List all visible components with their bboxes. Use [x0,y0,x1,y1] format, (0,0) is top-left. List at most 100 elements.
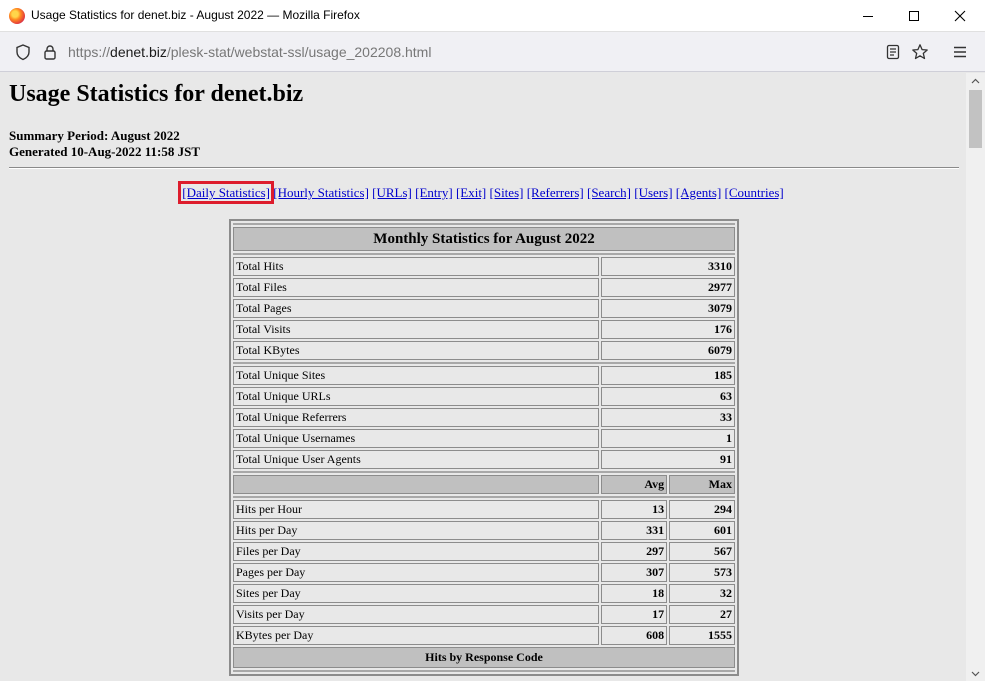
url-scheme: https:// [68,44,111,60]
minimize-button[interactable] [845,0,891,32]
row-label: Total Pages [233,299,600,318]
table-separator [233,253,735,255]
row-max: 1555 [669,626,735,645]
reader-view-icon[interactable] [884,43,902,61]
row-max: 294 [669,500,735,519]
link-agents[interactable]: [Agents] [676,185,722,200]
hits-by-response-code-title: Hits by Response Code [233,647,735,668]
report-nav-links: [Daily Statistics] [Hourly Statistics] [… [0,181,966,204]
row-value: 185 [601,366,735,385]
link-entry[interactable]: [Entry] [415,185,453,200]
table-row: Sites per Day 18 32 [233,584,735,603]
table-separator [233,496,735,498]
row-label: Hits per Hour [233,500,600,519]
horizontal-rule [9,167,959,169]
table-row: Total Pages 3079 [233,299,735,318]
row-label: Total Files [233,278,600,297]
table-row: Total KBytes 6079 [233,341,735,360]
table-row: Total Unique URLs 63 [233,387,735,406]
row-avg: 13 [601,500,668,519]
row-label: Total Unique User Agents [233,450,600,469]
scroll-down-button[interactable] [966,666,985,681]
firefox-logo-icon [9,8,25,24]
maximize-button[interactable] [891,0,937,32]
row-value: 6079 [601,341,735,360]
row-label: Sites per Day [233,584,600,603]
table-row: Total Unique Sites 185 [233,366,735,385]
link-referrers[interactable]: [Referrers] [527,185,584,200]
url-path: /plesk-stat/webstat-ssl/usage_202208.htm… [166,44,432,60]
table-row: Hits per Hour 13 294 [233,500,735,519]
row-value: 3079 [601,299,735,318]
table-row: Total Unique Referrers 33 [233,408,735,427]
link-daily-statistics[interactable]: [Daily Statistics] [178,181,274,204]
row-avg: 297 [601,542,668,561]
table-row: Total Unique Usernames 1 [233,429,735,448]
row-label: Total KBytes [233,341,600,360]
link-countries[interactable]: [Countries] [725,185,784,200]
link-urls[interactable]: [URLs] [372,185,412,200]
row-label: KBytes per Day [233,626,600,645]
row-max: 32 [669,584,735,603]
link-hourly-statistics[interactable]: [Hourly Statistics] [273,185,369,200]
url-host: denet.biz [110,44,167,60]
vertical-scrollbar[interactable] [966,73,985,681]
table-row: Hits per Day 331 601 [233,521,735,540]
bookmark-star-icon[interactable] [911,43,929,61]
row-label: Total Hits [233,257,600,276]
row-max: 27 [669,605,735,624]
close-button[interactable] [937,0,983,32]
scroll-up-arrow-icon [971,78,980,83]
tracking-protection-shield-icon[interactable] [14,43,32,61]
table-row: Visits per Day 17 27 [233,605,735,624]
hamburger-menu-icon[interactable] [951,43,969,61]
table-row: Total Hits 3310 [233,257,735,276]
table-separator [233,362,735,364]
table-row: Pages per Day 307 573 [233,563,735,582]
row-avg: 331 [601,521,668,540]
scrollbar-thumb[interactable] [969,90,982,148]
row-label: Files per Day [233,542,600,561]
page-viewport: Usage Statistics for denet.biz Summary P… [0,73,966,681]
blank-header-cell [233,475,600,494]
table-separator [233,223,735,225]
table-row: Total Files 2977 [233,278,735,297]
row-label: Total Unique URLs [233,387,600,406]
table-row: Files per Day 297 567 [233,542,735,561]
scroll-up-button[interactable] [966,73,985,88]
lock-icon[interactable] [41,43,59,61]
minimize-icon [863,15,873,17]
link-exit[interactable]: [Exit] [456,185,486,200]
row-value: 91 [601,450,735,469]
table-row: Total Unique User Agents 91 [233,450,735,469]
row-max: 573 [669,563,735,582]
row-avg: 307 [601,563,668,582]
row-label: Pages per Day [233,563,600,582]
table-row: KBytes per Day 608 1555 [233,626,735,645]
window-titlebar: Usage Statistics for denet.biz - August … [0,0,985,32]
row-value: 176 [601,320,735,339]
monthly-statistics-table: Monthly Statistics for August 2022 Total… [229,219,739,676]
link-sites[interactable]: [Sites] [490,185,524,200]
row-value: 63 [601,387,735,406]
navigation-toolbar: https://denet.biz/plesk-stat/webstat-ssl… [0,32,985,72]
table-header-row: Monthly Statistics for August 2022 [233,227,735,251]
link-users[interactable]: [Users] [634,185,672,200]
row-value: 2977 [601,278,735,297]
link-search[interactable]: [Search] [587,185,631,200]
row-max: 601 [669,521,735,540]
row-value: 1 [601,429,735,448]
row-max: 567 [669,542,735,561]
row-label: Total Unique Sites [233,366,600,385]
maximize-icon [909,11,919,21]
page-title: Usage Statistics for denet.biz [9,81,304,107]
url-bar[interactable]: https://denet.biz/plesk-stat/webstat-ssl… [68,44,431,60]
row-label: Visits per Day [233,605,600,624]
max-header: Max [669,475,735,494]
close-icon [954,10,966,22]
summary-period: Summary Period: August 2022 [9,128,180,143]
row-label: Total Unique Usernames [233,429,600,448]
row-avg: 17 [601,605,668,624]
row-avg: 608 [601,626,668,645]
monthly-statistics-title: Monthly Statistics for August 2022 [233,227,735,251]
